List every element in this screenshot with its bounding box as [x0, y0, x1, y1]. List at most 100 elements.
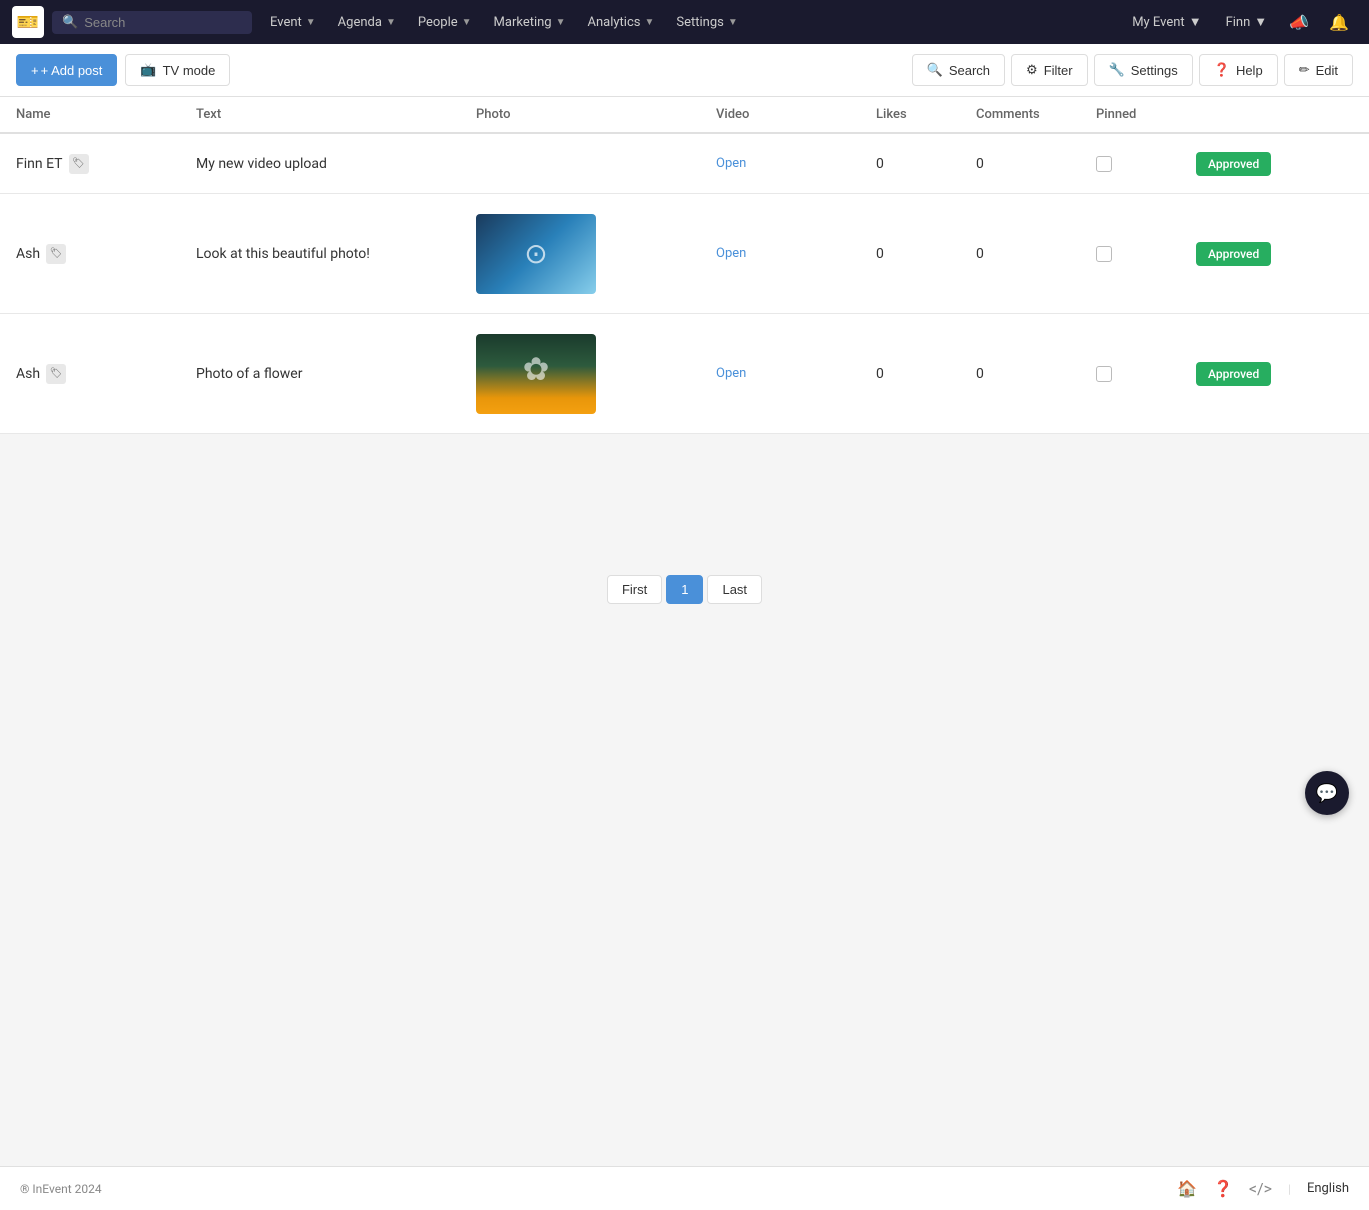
home-icon[interactable]: 🏠 — [1177, 1179, 1197, 1198]
navbar-search-container: 🔍 — [52, 11, 252, 34]
table-row: Ash 🏷 Look at this beautiful photo! Open… — [0, 194, 1369, 314]
row-2-comments: 0 — [976, 246, 1096, 262]
filter-icon: ⚙ — [1026, 62, 1038, 78]
footer-copyright: ® InEvent 2024 — [20, 1182, 102, 1196]
row-3-photo — [476, 334, 716, 414]
main-content-area: First 1 Last — [0, 434, 1369, 1166]
posts-table: Name Text Photo Video Likes Comments Pin… — [0, 97, 1369, 434]
user-name-label: Finn — [1226, 15, 1251, 30]
edit-icon: ✏ — [1299, 62, 1310, 78]
edit-button[interactable]: ✏ Edit — [1284, 54, 1353, 86]
help-icon: ❓ — [1214, 62, 1230, 78]
row-2-status-badge: Approved — [1196, 242, 1271, 266]
chevron-down-icon: ▼ — [462, 17, 472, 28]
row-1-status: Approved — [1196, 152, 1353, 176]
help-icon[interactable]: ❓ — [1213, 1179, 1233, 1198]
footer-icons: 🏠 ❓ </> | English — [1177, 1179, 1349, 1198]
row-3-status: Approved — [1196, 362, 1353, 386]
settings-button[interactable]: 🔧 Settings — [1094, 54, 1193, 86]
navbar-right: My Event ▼ Finn ▼ 📣 🔔 — [1122, 7, 1357, 38]
row-3-name-text: Ash — [16, 366, 40, 382]
row-3-pinned[interactable] — [1096, 366, 1196, 382]
language-selector[interactable]: English — [1307, 1181, 1349, 1196]
tv-mode-label: TV mode — [163, 63, 216, 78]
row-2-text: Look at this beautiful photo! — [196, 246, 476, 262]
chevron-down-icon: ▼ — [1189, 14, 1202, 30]
row-2-name-text: Ash — [16, 246, 40, 262]
user-menu-button[interactable]: Finn ▼ — [1216, 8, 1278, 36]
row-2-pinned-checkbox[interactable] — [1096, 246, 1112, 262]
row-1-name-text: Finn ET — [16, 156, 63, 172]
app-logo[interactable]: 🎫 — [12, 6, 44, 38]
row-3-text: Photo of a flower — [196, 366, 476, 382]
settings-label: Settings — [1131, 63, 1178, 78]
col-status — [1196, 107, 1353, 122]
col-pinned: Pinned — [1096, 107, 1196, 122]
search-button[interactable]: 🔍 Search — [912, 54, 1005, 86]
row-1-tag-icon: 🏷 — [69, 154, 89, 174]
nav-item-people-label: People — [418, 15, 458, 30]
add-post-button[interactable]: + + Add post — [16, 54, 117, 86]
col-photo: Photo — [476, 107, 716, 122]
row-1-comments: 0 — [976, 156, 1096, 172]
help-label: Help — [1236, 63, 1263, 78]
navbar: 🎫 🔍 Event ▼ Agenda ▼ People ▼ Marketing … — [0, 0, 1369, 44]
code-icon[interactable]: </> — [1249, 1179, 1272, 1198]
search-input[interactable] — [84, 15, 224, 30]
nav-item-settings[interactable]: Settings ▼ — [666, 9, 747, 36]
row-1-video[interactable]: Open — [716, 156, 876, 171]
row-1-pinned-checkbox[interactable] — [1096, 156, 1112, 172]
filter-label: Filter — [1044, 63, 1073, 78]
last-page-button[interactable]: Last — [707, 575, 762, 604]
row-1-likes: 0 — [876, 156, 976, 172]
nav-item-analytics-label: Analytics — [588, 15, 641, 30]
col-video: Video — [716, 107, 876, 122]
row-3-status-badge: Approved — [1196, 362, 1271, 386]
chevron-down-icon: ▼ — [728, 17, 738, 28]
nav-item-event[interactable]: Event ▼ — [260, 9, 326, 36]
chevron-down-icon: ▼ — [1254, 14, 1267, 30]
table-row: Finn ET 🏷 My new video upload Open 0 0 A… — [0, 134, 1369, 194]
row-2-status: Approved — [1196, 242, 1353, 266]
row-2-photo-thumbnail — [476, 214, 596, 294]
footer: ® InEvent 2024 🏠 ❓ </> | English — [0, 1166, 1369, 1210]
row-1-name: Finn ET 🏷 — [16, 154, 196, 174]
current-page-button[interactable]: 1 — [666, 575, 703, 604]
search-label: Search — [949, 63, 990, 78]
table-header: Name Text Photo Video Likes Comments Pin… — [0, 97, 1369, 134]
chevron-down-icon: ▼ — [306, 17, 316, 28]
my-event-label: My Event — [1132, 15, 1185, 30]
row-1-pinned[interactable] — [1096, 156, 1196, 172]
row-2-video[interactable]: Open — [716, 246, 876, 261]
notifications-icon[interactable]: 📣 — [1281, 7, 1317, 38]
row-1-text: My new video upload — [196, 156, 476, 172]
tv-mode-button[interactable]: 📺 TV mode — [125, 54, 230, 86]
col-comments: Comments — [976, 107, 1096, 122]
toolbar-right: 🔍 Search ⚙ Filter 🔧 Settings ❓ Help ✏ Ed… — [912, 54, 1353, 86]
filter-button[interactable]: ⚙ Filter — [1011, 54, 1088, 86]
col-text: Text — [196, 107, 476, 122]
nav-item-event-label: Event — [270, 15, 302, 30]
chevron-down-icon: ▼ — [556, 17, 566, 28]
row-3-comments: 0 — [976, 366, 1096, 382]
alert-icon[interactable]: 🔔 — [1321, 7, 1357, 38]
row-3-pinned-checkbox[interactable] — [1096, 366, 1112, 382]
help-button[interactable]: ❓ Help — [1199, 54, 1278, 86]
nav-item-marketing-label: Marketing — [494, 15, 552, 30]
row-2-photo — [476, 214, 716, 294]
nav-items: Event ▼ Agenda ▼ People ▼ Marketing ▼ An… — [260, 9, 1114, 36]
row-2-pinned[interactable] — [1096, 246, 1196, 262]
nav-item-analytics[interactable]: Analytics ▼ — [578, 9, 665, 36]
nav-item-marketing[interactable]: Marketing ▼ — [484, 9, 576, 36]
tv-icon: 📺 — [140, 62, 156, 78]
chat-bubble-button[interactable]: 💬 — [1305, 771, 1349, 815]
search-icon: 🔍 — [927, 62, 943, 78]
nav-item-agenda[interactable]: Agenda ▼ — [328, 9, 406, 36]
first-page-button[interactable]: First — [607, 575, 662, 604]
nav-item-people[interactable]: People ▼ — [408, 9, 482, 36]
row-3-video[interactable]: Open — [716, 366, 876, 381]
add-post-label: + Add post — [41, 63, 103, 78]
my-event-button[interactable]: My Event ▼ — [1122, 8, 1211, 36]
chevron-down-icon: ▼ — [386, 17, 396, 28]
row-3-name: Ash 🏷 — [16, 364, 196, 384]
